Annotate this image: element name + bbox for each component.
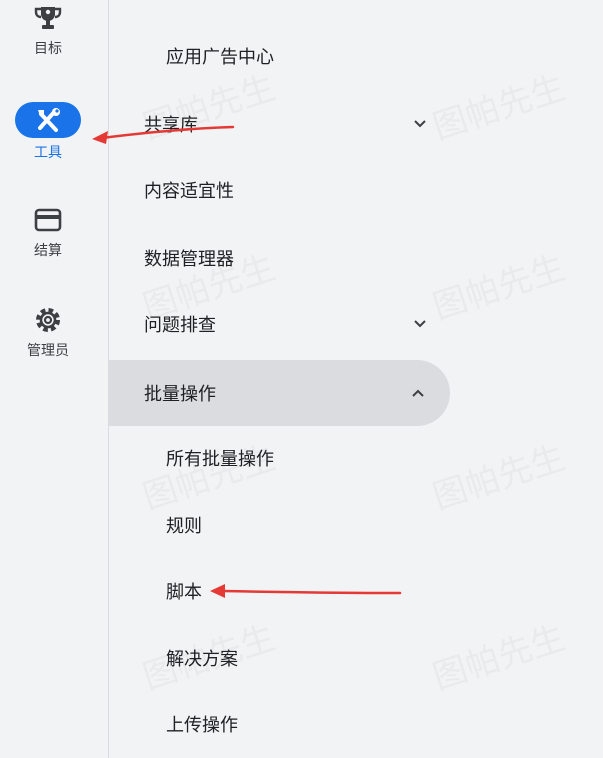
menu-item-label: 解决方案 [166,649,238,670]
menu-item-data-manager[interactable]: 数据管理器 [109,232,450,284]
left-rail: 目标 工具 结算 管理员 [0,0,109,758]
rail-item-label: 工具 [34,145,62,161]
menu-item-label: 问题排查 [144,315,216,336]
credit-card-icon [34,208,62,232]
rail-item-billing[interactable]: 结算 [0,206,96,260]
rail-item-label: 结算 [34,243,62,259]
trophy-icon [34,7,62,29]
menu-item-label: 共享库 [144,115,198,136]
tools-icon [38,108,60,132]
rail-item-label: 目标 [34,41,62,57]
rail-item-admin[interactable]: 管理员 [0,306,96,360]
menu-item-cutoff [109,0,450,24]
chevron-down-icon [414,120,426,128]
menu-item-label: 内容适宜性 [144,181,234,202]
menu-item-shared-library[interactable]: 共享库 [109,98,450,150]
menu-item-label: 所有批量操作 [166,449,274,470]
menu-item-content-suitability[interactable]: 内容适宜性 [109,164,450,216]
menu-item-label: 数据管理器 [144,249,234,270]
tools-menu: 应用广告中心 共享库 内容适宜性 数据管理器 问题排查 批量操作 所有批量操作 … [109,0,603,758]
rail-item-goals[interactable]: 目标 [0,4,96,58]
menu-item-troubleshooting[interactable]: 问题排查 [109,298,450,350]
menu-item-rules[interactable]: 规则 [109,499,450,551]
menu-item-label: 批量操作 [144,384,216,405]
menu-item-all-bulk-actions[interactable]: 所有批量操作 [109,432,450,484]
tools-navigation-page: 图帕先生 图帕先生 图帕先生 图帕先生 图帕先生 图帕先生 图帕先生 图帕先生 … [0,0,603,758]
active-indicator [15,102,81,138]
chevron-up-icon [412,389,424,397]
menu-item-solutions[interactable]: 解决方案 [109,632,450,684]
menu-item-label: 上传操作 [166,715,238,736]
menu-item-uploads[interactable]: 上传操作 [109,698,450,750]
gear-icon [36,308,60,332]
menu-item-scripts[interactable]: 脚本 [109,565,450,617]
rail-item-label: 管理员 [27,343,69,359]
menu-item-label: 规则 [166,516,202,537]
menu-item-label: 脚本 [166,582,202,603]
menu-item-label: 应用广告中心 [166,47,274,68]
rail-item-tools[interactable]: 工具 [0,102,96,162]
menu-item-bulk-actions[interactable]: 批量操作 [109,360,450,426]
menu-item-app-ads-hub[interactable]: 应用广告中心 [109,30,450,82]
chevron-down-icon [414,320,426,328]
